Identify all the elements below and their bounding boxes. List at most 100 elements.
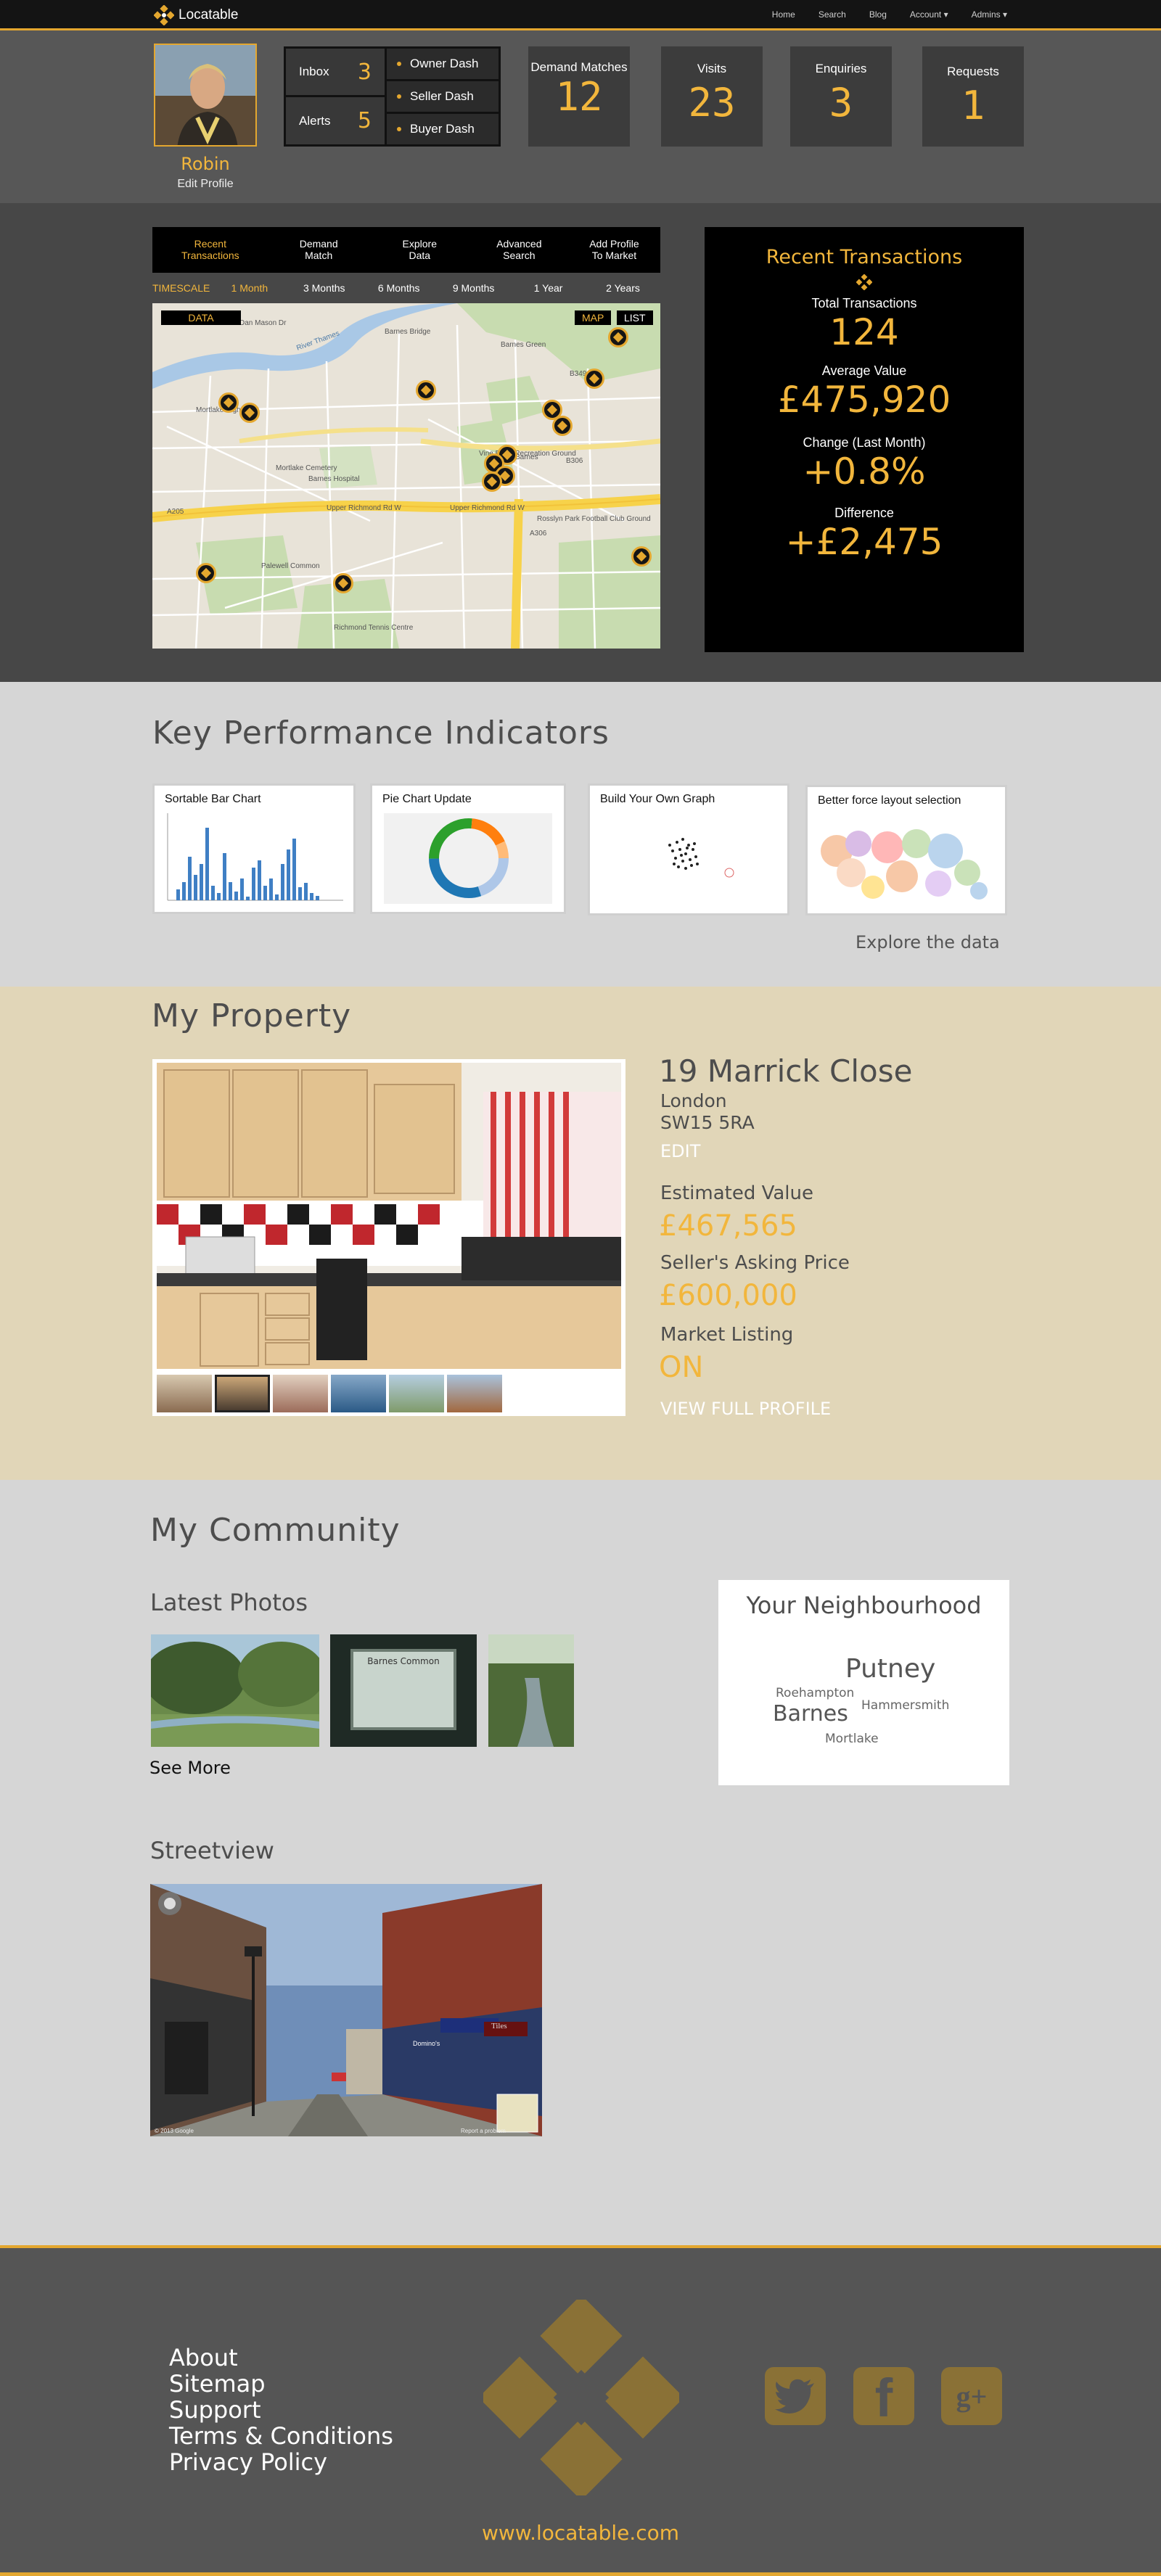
footer-link-support[interactable]: Support	[169, 2397, 393, 2423]
see-more-link[interactable]: See More	[149, 1758, 231, 1778]
timescale-option[interactable]: 6 Months	[361, 282, 436, 294]
nav-search[interactable]: Search	[819, 9, 846, 20]
map-marker[interactable]	[584, 369, 604, 389]
tab-demand-match[interactable]: Demand Match	[268, 227, 369, 273]
estimated-value-label: Estimated Value	[660, 1182, 814, 1204]
tab-advanced-search[interactable]: Advanced Search	[470, 227, 568, 273]
photo-thumbnail-selected[interactable]	[215, 1375, 270, 1412]
view-full-profile-link[interactable]: VIEW FULL PROFILE	[660, 1399, 831, 1419]
map-label: Barnes Bridge	[385, 328, 431, 336]
map-marker[interactable]	[631, 546, 652, 567]
map-marker[interactable]	[333, 573, 353, 593]
google-plus-icon[interactable]: g+	[941, 2367, 1002, 2425]
property-title: My Property	[152, 997, 352, 1034]
asking-price-label: Seller's Asking Price	[660, 1252, 850, 1274]
timescale-option[interactable]: 2 Years	[586, 282, 660, 294]
community-photo-park[interactable]	[151, 1634, 319, 1747]
brand-logo[interactable]: Locatable	[154, 4, 238, 26]
community-photo-sign[interactable]: Barnes Common	[330, 1634, 477, 1747]
twitter-icon[interactable]	[765, 2367, 826, 2425]
timescale-option[interactable]: 1 Year	[511, 282, 586, 294]
tab-recent-transactions[interactable]: Recent Transactions	[152, 227, 268, 273]
photo-thumbnail[interactable]	[447, 1375, 502, 1412]
tab-explore-data[interactable]: Explore Data	[369, 227, 470, 273]
facebook-icon[interactable]: f	[853, 2367, 914, 2425]
photo-thumbnail[interactable]	[331, 1375, 386, 1412]
report-problem-link[interactable]: Report a problem	[461, 2128, 506, 2134]
property-main-photo[interactable]	[157, 1063, 621, 1369]
photo-thumbnail[interactable]	[273, 1375, 328, 1412]
caret-down-icon: ▾	[943, 9, 948, 20]
timescale-label: TIMESCALE	[152, 282, 210, 294]
stat-demand-matches[interactable]: Demand Matches 12	[528, 46, 630, 147]
stat-enquiries[interactable]: Enquiries 3	[790, 46, 892, 147]
stat-requests[interactable]: Requests 1	[922, 46, 1024, 147]
neighbourhood-putney[interactable]: Putney	[845, 1654, 935, 1684]
map-marker[interactable]	[196, 563, 216, 583]
property-address: 19 Marrick Close	[659, 1053, 913, 1089]
owner-dash-button[interactable]: Owner Dash	[385, 46, 501, 81]
map-marker[interactable]	[552, 416, 573, 436]
alerts[interactable]: Alerts 5	[286, 97, 385, 144]
property-gallery	[152, 1059, 625, 1416]
neighbourhood-roehampton[interactable]: Roehampton	[776, 1686, 854, 1700]
footer-link-sitemap[interactable]: Sitemap	[169, 2371, 393, 2397]
nav-admins[interactable]: Admins ▾	[972, 9, 1007, 20]
map-marker[interactable]	[416, 380, 436, 400]
tab-add-profile[interactable]: Add Profile To Market	[568, 227, 660, 273]
timescale-option[interactable]: 1 Month	[212, 282, 287, 294]
twitter-bird-glyph	[775, 2379, 814, 2414]
neighbourhood-panel: Your Neighbourhood Putney Roehampton Ham…	[718, 1580, 1009, 1785]
streetview-title: Streetview	[150, 1837, 274, 1864]
kpi-card-force-layout[interactable]: Better force layout selection	[805, 785, 1007, 915]
map-marker[interactable]	[608, 327, 628, 347]
footer-link-privacy[interactable]: Privacy Policy	[169, 2449, 393, 2475]
property-edit-link[interactable]: EDIT	[660, 1141, 700, 1161]
timescale-option[interactable]: 9 Months	[436, 282, 511, 294]
map-label: Dan Mason Dr	[239, 319, 287, 327]
neighbourhood-barnes[interactable]: Barnes	[773, 1701, 848, 1727]
nav-links: Home Search Blog Account ▾ Admins ▾	[772, 0, 1007, 28]
owner-dash-label: Owner Dash	[410, 57, 479, 70]
kpi-card-bar-chart[interactable]: Sortable Bar Chart	[152, 783, 356, 914]
streetview-panel[interactable]: Tiles Domino's © 2013 Google Report a pr…	[150, 1884, 542, 2136]
map-marker[interactable]	[239, 403, 260, 423]
timescale-option[interactable]: 3 Months	[287, 282, 361, 294]
kpi-card-build-graph[interactable]: Build Your Own Graph	[588, 783, 789, 915]
photo-thumbnail[interactable]	[157, 1375, 212, 1412]
buyer-dash-button[interactable]: Buyer Dash	[385, 112, 501, 147]
nav-account[interactable]: Account ▾	[910, 9, 948, 20]
inbox[interactable]: Inbox 3	[286, 49, 385, 97]
footer-url[interactable]: www.locatable.com	[0, 2521, 1161, 2545]
list-view-button[interactable]: LIST	[617, 310, 653, 325]
nav-blog[interactable]: Blog	[869, 9, 887, 20]
footer-link-about[interactable]: About	[169, 2345, 393, 2371]
edit-profile-link[interactable]: Edit Profile	[154, 178, 257, 191]
data-button[interactable]: DATA	[161, 310, 241, 325]
nav-home[interactable]: Home	[772, 9, 795, 20]
map-marker[interactable]	[482, 472, 502, 492]
seller-dash-button[interactable]: Seller Dash	[385, 79, 501, 114]
kpi-card-pie-chart[interactable]: Pie Chart Update	[370, 783, 566, 914]
difference-label: Difference	[834, 506, 894, 520]
photo-thumbnail[interactable]	[389, 1375, 444, 1412]
caret-down-icon: ▾	[1002, 9, 1007, 20]
community-photo-stream[interactable]	[488, 1634, 574, 1747]
neighbourhood-mortlake[interactable]: Mortlake	[825, 1732, 879, 1746]
footer-logo-icon	[483, 2300, 679, 2495]
neighbourhood-hammersmith[interactable]: Hammersmith	[861, 1698, 949, 1713]
footer-link-terms[interactable]: Terms & Conditions	[169, 2423, 393, 2449]
explore-data-link[interactable]: Explore the data	[856, 932, 1000, 952]
map-label: Mortlake Cemetery	[276, 464, 337, 472]
map-view-button[interactable]: MAP	[575, 310, 612, 325]
timescale-bar: TIMESCALE 1 Month 3 Months 6 Months 9 Mo…	[152, 277, 660, 299]
nav-admins-label: Admins	[971, 9, 1001, 20]
shop-sign: Tiles	[491, 2022, 507, 2030]
map-marker[interactable]	[218, 392, 239, 413]
transactions-map[interactable]: Barnes Bridge Barnes Green Mortlake High…	[152, 303, 660, 649]
streetview-image	[150, 1884, 542, 2136]
avatar[interactable]	[154, 44, 257, 147]
stat-visits[interactable]: Visits 23	[661, 46, 763, 147]
force-layout-thumbnail	[821, 829, 988, 900]
inbox-label: Inbox	[299, 65, 329, 78]
